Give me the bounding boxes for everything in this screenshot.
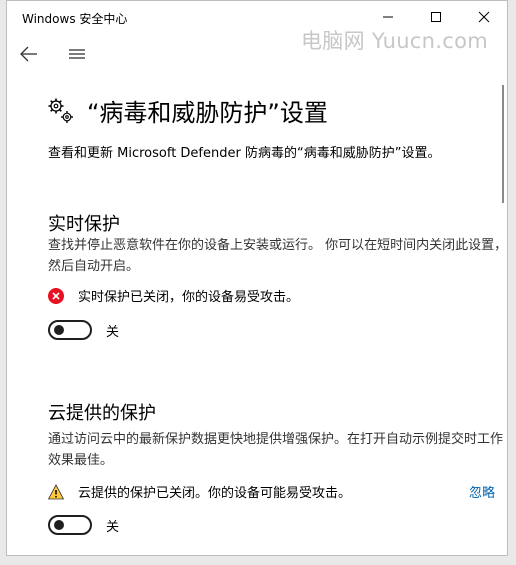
page-intro: 查看和更新 Microsoft Defender 防病毒的“病毒和威胁防护”设置… <box>48 146 441 161</box>
toggle-knob <box>54 325 64 335</box>
toggle-knob <box>54 520 64 530</box>
maximize-icon <box>431 12 441 22</box>
menu-button[interactable] <box>62 39 92 69</box>
minimize-icon <box>383 16 393 18</box>
realtime-toggle-state: 关 <box>106 324 120 340</box>
close-icon <box>478 11 490 23</box>
back-arrow-icon <box>20 46 37 62</box>
dismiss-link[interactable]: 忽略 <box>469 482 495 501</box>
cloud-status-text: 云提供的保护已关闭。你的设备可能易受攻击。 <box>78 486 352 501</box>
back-button[interactable] <box>14 39 44 69</box>
page-title: “病毒和威胁防护”设置 <box>87 99 328 127</box>
realtime-protection-title: 实时保护 <box>48 214 120 235</box>
cloud-protection-title: 云提供的保护 <box>48 403 156 424</box>
settings-gears-icon <box>48 98 73 123</box>
cloud-toggle-row: 关 <box>48 515 119 535</box>
cloud-protection-description: 通过访问云中的最新保护数据更快地提供增强保护。在打开自动示例提交时工作效果最佳。 <box>48 432 504 468</box>
app-window: Windows 安全中心 电脑网 Yuucn.com “病毒和威胁防护”设置 查… <box>6 0 508 556</box>
realtime-status-text: 实时保护已关闭，你的设备易受攻击。 <box>78 290 300 305</box>
page-header: “病毒和威胁防护”设置 <box>47 93 328 128</box>
cloud-toggle-state: 关 <box>106 519 120 535</box>
realtime-protection-description: 查找并停止恶意软件在你的设备上安装或运行。 你可以在短时间内关闭此设置，然后自动… <box>48 238 508 274</box>
realtime-status: 实时保护已关闭，你的设备易受攻击。 <box>48 286 299 305</box>
error-icon <box>48 287 64 304</box>
scrollbar[interactable] <box>502 85 504 203</box>
realtime-protection-toggle[interactable] <box>48 320 92 340</box>
window-title: Windows 安全中心 <box>22 12 128 26</box>
warning-icon <box>48 483 64 499</box>
cloud-protection-toggle[interactable] <box>48 515 92 535</box>
hamburger-menu-icon <box>69 49 85 59</box>
realtime-toggle-row: 关 <box>48 320 119 340</box>
cloud-status: 云提供的保护已关闭。你的设备可能易受攻击。 <box>48 482 351 501</box>
watermark: 电脑网 Yuucn.com <box>301 29 488 53</box>
